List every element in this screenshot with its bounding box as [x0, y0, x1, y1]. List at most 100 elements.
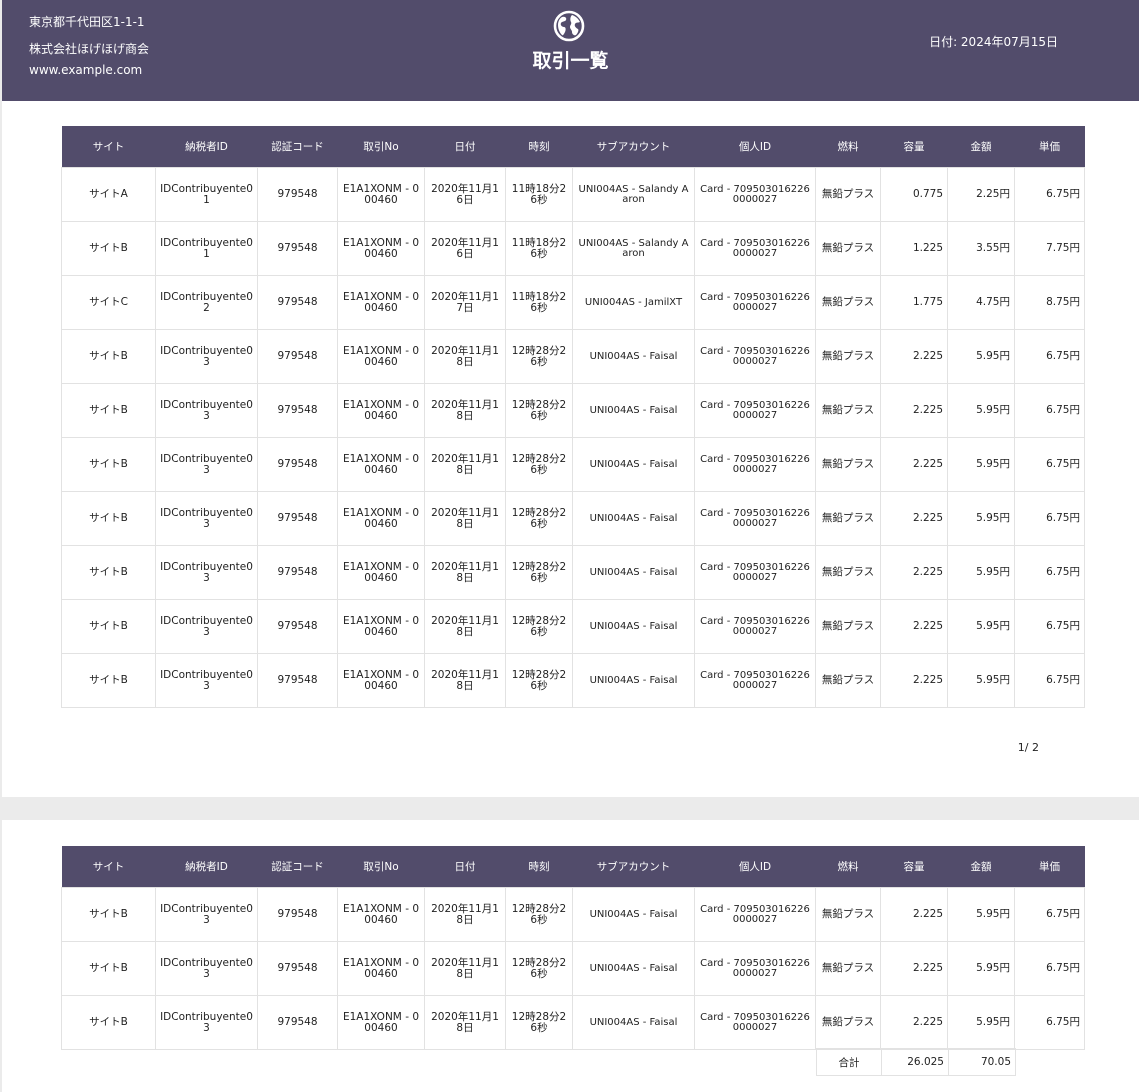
cell-time: 11時18分26秒 [505, 275, 573, 330]
cell-auth-code: 979548 [257, 437, 338, 492]
cell-site: サイトB [61, 491, 156, 546]
cell-taxpayer-id: IDContribuyente03 [155, 437, 258, 492]
cell-auth-code: 979548 [257, 887, 338, 942]
cell-time: 12時28分26秒 [505, 545, 573, 600]
column-header-fuel: 燃料 [815, 126, 881, 168]
table-header-row: サイト 納税者ID 認証コード 取引No 日付 時刻 サブアカウント 個人ID 燃料 容量 金額 単価 [61, 846, 1085, 888]
cell-personal-id: Card - 7095030162260000027 [694, 545, 816, 600]
cell-site: サイトB [61, 383, 156, 438]
column-header-date: 日付 [424, 846, 506, 888]
cell-fuel: 無鉛プラス [815, 887, 881, 942]
cell-unit-price: 6.75円 [1014, 941, 1085, 996]
cell-volume: 2.225 [880, 653, 948, 708]
cell-amount: 5.95円 [947, 653, 1015, 708]
cell-auth-code: 979548 [257, 167, 338, 222]
cell-fuel: 無鉛プラス [815, 941, 881, 996]
cell-transaction-no: E1A1XONM - 000460 [337, 383, 425, 438]
cell-auth-code: 979548 [257, 383, 338, 438]
cell-site: サイトB [61, 545, 156, 600]
report-header: 東京都千代田区1-1-1 株式会社ほげほげ商会 www.example.com … [2, 0, 1139, 101]
column-header-amount: 金額 [947, 126, 1015, 168]
cell-unit-price: 6.75円 [1014, 653, 1085, 708]
column-header-transaction-no: 取引No [337, 846, 425, 888]
cell-taxpayer-id: IDContribuyente03 [155, 491, 258, 546]
cell-transaction-no: E1A1XONM - 000460 [337, 437, 425, 492]
cell-transaction-no: E1A1XONM - 000460 [337, 995, 425, 1050]
report-date: 日付: 2024年07月15日 [929, 35, 1058, 49]
cell-personal-id: Card - 7095030162260000027 [694, 599, 816, 654]
column-header-taxpayer-id: 納税者ID [155, 846, 258, 888]
cell-unit-price: 6.75円 [1014, 545, 1085, 600]
cell-sub-account: UNI004AS - Faisal [572, 887, 695, 942]
cell-taxpayer-id: IDContribuyente03 [155, 545, 258, 600]
cell-transaction-no: E1A1XONM - 000460 [337, 329, 425, 384]
column-header-amount: 金額 [947, 846, 1015, 888]
cell-fuel: 無鉛プラス [815, 653, 881, 708]
column-header-date: 日付 [424, 126, 506, 168]
cell-unit-price: 7.75円 [1014, 221, 1085, 276]
cell-auth-code: 979548 [257, 941, 338, 996]
cell-time: 11時18分26秒 [505, 221, 573, 276]
cell-personal-id: Card - 7095030162260000027 [694, 167, 816, 222]
column-header-site: サイト [61, 126, 156, 168]
table-header-row: サイト 納税者ID 認証コード 取引No 日付 時刻 サブアカウント 個人ID 燃料 容量 金額 単価 [61, 126, 1085, 168]
cell-fuel: 無鉛プラス [815, 221, 881, 276]
cell-time: 12時28分26秒 [505, 653, 573, 708]
cell-date: 2020年11月18日 [424, 437, 506, 492]
cell-amount: 5.95円 [947, 329, 1015, 384]
cell-amount: 2.25円 [947, 167, 1015, 222]
cell-fuel: 無鉛プラス [815, 545, 881, 600]
cell-time: 12時28分26秒 [505, 995, 573, 1050]
column-header-auth-code: 認証コード [257, 126, 338, 168]
table-row: サイトB IDContribuyente03 979548 E1A1XONM - 00… [61, 491, 1085, 546]
table-row: サイトC IDContribuyente02 979548 E1A1XONM - 00… [61, 275, 1085, 330]
cell-fuel: 無鉛プラス [815, 275, 881, 330]
cell-date: 2020年11月16日 [424, 221, 506, 276]
cell-transaction-no: E1A1XONM - 000460 [337, 545, 425, 600]
cell-sub-account: UNI004AS - JamilXT [572, 275, 695, 330]
cell-unit-price: 6.75円 [1014, 329, 1085, 384]
cell-volume: 2.225 [880, 995, 948, 1050]
table-row: サイトB IDContribuyente03 979548 E1A1XONM - 00… [61, 437, 1085, 492]
cell-time: 12時28分26秒 [505, 329, 573, 384]
cell-personal-id: Card - 7095030162260000027 [694, 221, 816, 276]
cell-time: 12時28分26秒 [505, 437, 573, 492]
cell-site: サイトB [61, 653, 156, 708]
cell-fuel: 無鉛プラス [815, 599, 881, 654]
cell-transaction-no: E1A1XONM - 000460 [337, 941, 425, 996]
cell-auth-code: 979548 [257, 995, 338, 1050]
cell-amount: 5.95円 [947, 437, 1015, 492]
cell-fuel: 無鉛プラス [815, 383, 881, 438]
page-title: 取引一覧 [532, 50, 609, 72]
cell-time: 11時18分26秒 [505, 167, 573, 222]
cell-site: サイトB [61, 599, 156, 654]
page-1: サイト 納税者ID 認証コード 取引No 日付 時刻 サブアカウント 個人ID 燃料 容量 金額 単価… [2, 101, 1139, 797]
cell-date: 2020年11月18日 [424, 329, 506, 384]
cell-sub-account: UNI004AS - Faisal [572, 491, 695, 546]
cell-unit-price: 6.75円 [1014, 887, 1085, 942]
cell-auth-code: 979548 [257, 653, 338, 708]
cell-site: サイトB [61, 995, 156, 1050]
cell-time: 12時28分26秒 [505, 941, 573, 996]
cell-personal-id: Card - 7095030162260000027 [694, 941, 816, 996]
column-header-taxpayer-id: 納税者ID [155, 126, 258, 168]
total-amount: 70.05 [948, 1048, 1016, 1076]
cell-time: 12時28分26秒 [505, 383, 573, 438]
cell-amount: 5.95円 [947, 995, 1015, 1050]
cell-sub-account: UNI004AS - Faisal [572, 653, 695, 708]
cell-volume: 2.225 [880, 599, 948, 654]
cell-taxpayer-id: IDContribuyente01 [155, 221, 258, 276]
column-header-time: 時刻 [505, 126, 573, 168]
cell-date: 2020年11月16日 [424, 167, 506, 222]
column-header-volume: 容量 [880, 126, 948, 168]
cell-sub-account: UNI004AS - Faisal [572, 941, 695, 996]
cell-taxpayer-id: IDContribuyente03 [155, 941, 258, 996]
cell-personal-id: Card - 7095030162260000027 [694, 491, 816, 546]
cell-amount: 3.55円 [947, 221, 1015, 276]
cell-time: 12時28分26秒 [505, 491, 573, 546]
cell-sub-account: UNI004AS - Faisal [572, 329, 695, 384]
cell-taxpayer-id: IDContribuyente03 [155, 329, 258, 384]
table-row: サイトB IDContribuyente03 979548 E1A1XONM - 00… [61, 383, 1085, 438]
cell-fuel: 無鉛プラス [815, 437, 881, 492]
cell-unit-price: 6.75円 [1014, 437, 1085, 492]
